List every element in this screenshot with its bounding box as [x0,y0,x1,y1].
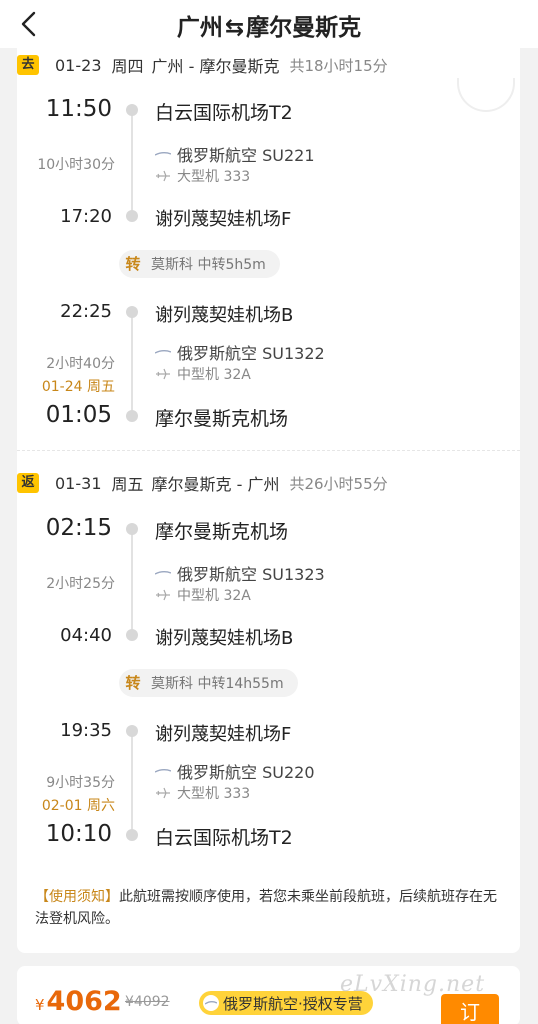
airplane-icon [156,368,170,380]
return-date: 01-31 [55,473,102,493]
airline-logo-icon [203,995,219,1011]
book-button[interactable]: 订 [441,994,499,1024]
return-route: 摩尔曼斯克 - 广州 [151,475,280,494]
return-weekday: 周五 [111,475,144,494]
timeline-line [131,731,133,837]
departure-airport: 摩尔曼斯克机场 [155,521,289,543]
title-from: 广州 [176,15,223,41]
flight-duration: 9小时35分 [46,775,115,791]
return-total-duration: 共26小时55分 [289,474,388,493]
aircraft-type: 大型机 333 [177,786,251,802]
outbound-route: 广州 - 摩尔曼斯克 [151,57,280,76]
flight-duration: 10小时30分 [37,157,115,173]
aircraft-type: 大型机 333 [177,169,251,185]
arrival-time: 10:10 [45,821,112,847]
airplane-icon [156,170,170,182]
next-day-date: 01-24 周五 [41,379,115,395]
arrival-time: 01:05 [45,402,112,428]
transfer-badge: 转 莫斯科 中转14h55m [119,669,298,697]
transfer-badge: 转 莫斯科 中转5h5m [119,250,280,278]
departure-airport: 谢列蔑契娃机场F [155,724,292,745]
timeline-line [131,312,133,418]
departure-time: 11:50 [45,96,112,122]
airline-logo-icon [155,769,171,773]
arrival-airport: 白云国际机场T2 [155,827,293,849]
notice-title: 【使用须知】 [35,889,119,905]
airline-info: 俄罗斯航空 SU221 [155,142,315,166]
airplane-icon [156,589,170,601]
outbound-header: 去 01-23 周四 广州 - 摩尔曼斯克 共18小时15分 [17,50,388,80]
transfer-label: 转 [125,255,141,273]
aircraft-info: 大型机 333 [155,783,250,803]
airline-flight: 俄罗斯航空 SU221 [177,146,315,165]
timeline-dot [126,104,138,116]
airline-info: 俄罗斯航空 SU1323 [155,561,325,585]
corner-decoration [457,78,515,112]
divider [17,450,520,451]
watermark: eLvXing.net [340,972,486,997]
return-tag: 返 [17,473,39,493]
arrival-airport: 摩尔曼斯克机场 [155,408,289,430]
outbound-date: 01-23 [55,55,102,75]
timeline-dot [126,725,138,737]
airline-info: 俄罗斯航空 SU1322 [155,340,325,364]
timeline-dot [126,829,138,841]
departure-airport: 白云国际机场T2 [155,102,293,124]
title-to: 摩尔曼斯克 [246,15,362,41]
return-header: 返 01-31 周五 摩尔曼斯克 - 广州 共26小时55分 [17,468,388,498]
swap-arrows-icon: ⇆ [224,15,245,41]
transfer-text: 莫斯科 中转14h55m [151,676,284,692]
outbound-tag: 去 [17,55,39,75]
usage-notice: 【使用须知】此航班需按顺序使用，若您未乘坐前段航班，后续航班存在无法登机风险。 [35,886,505,930]
airline-flight: 俄罗斯航空 SU220 [177,763,315,782]
aircraft-info: 中型机 32A [155,364,251,384]
aircraft-type: 中型机 32A [177,367,251,383]
airline-flight: 俄罗斯航空 SU1323 [177,565,325,584]
header: 广州⇆摩尔曼斯克 [0,0,538,48]
departure-airport: 谢列蔑契娃机场B [155,305,294,326]
price-value: 4062 [46,986,122,1017]
flight-duration: 2小时40分 [46,356,115,372]
arrival-airport: 谢列蔑契娃机场F [155,209,292,230]
aircraft-info: 中型机 32A [155,585,251,605]
timeline-line [131,529,133,635]
arrival-time: 17:20 [60,206,112,227]
transfer-text: 莫斯科 中转5h5m [151,257,266,273]
price: ¥ 4062 [35,986,122,1017]
aircraft-info: 大型机 333 [155,166,250,186]
airline-logo-icon [155,571,171,575]
timeline-dot [126,306,138,318]
airline-logo-icon [155,152,171,156]
airline-flight: 俄罗斯航空 SU1322 [177,344,325,363]
timeline-dot [126,629,138,641]
arrival-time: 04:40 [60,625,112,646]
aircraft-type: 中型机 32A [177,588,251,604]
original-price: ¥4092 [125,994,170,1010]
airplane-icon [156,787,170,799]
timeline-line [131,110,133,216]
airline-logo-icon [155,350,171,354]
outbound-total-duration: 共18小时15分 [289,56,388,75]
outbound-weekday: 周四 [111,57,144,76]
timeline-dot [126,523,138,535]
airline-info: 俄罗斯航空 SU220 [155,759,315,783]
departure-time: 02:15 [45,515,112,541]
page-title: 广州⇆摩尔曼斯克 [0,8,538,42]
price-currency: ¥ [35,996,45,1014]
timeline-dot [126,210,138,222]
next-day-date: 02-01 周六 [41,798,115,814]
transfer-label: 转 [125,674,141,692]
flight-duration: 2小时25分 [46,576,115,592]
flight-detail-card: 去 01-23 周四 广州 - 摩尔曼斯克 共18小时15分 11:50 白云国… [17,48,520,953]
arrival-airport: 谢列蔑契娃机场B [155,628,294,649]
timeline-dot [126,410,138,422]
departure-time: 22:25 [60,301,112,322]
departure-time: 19:35 [60,720,112,741]
